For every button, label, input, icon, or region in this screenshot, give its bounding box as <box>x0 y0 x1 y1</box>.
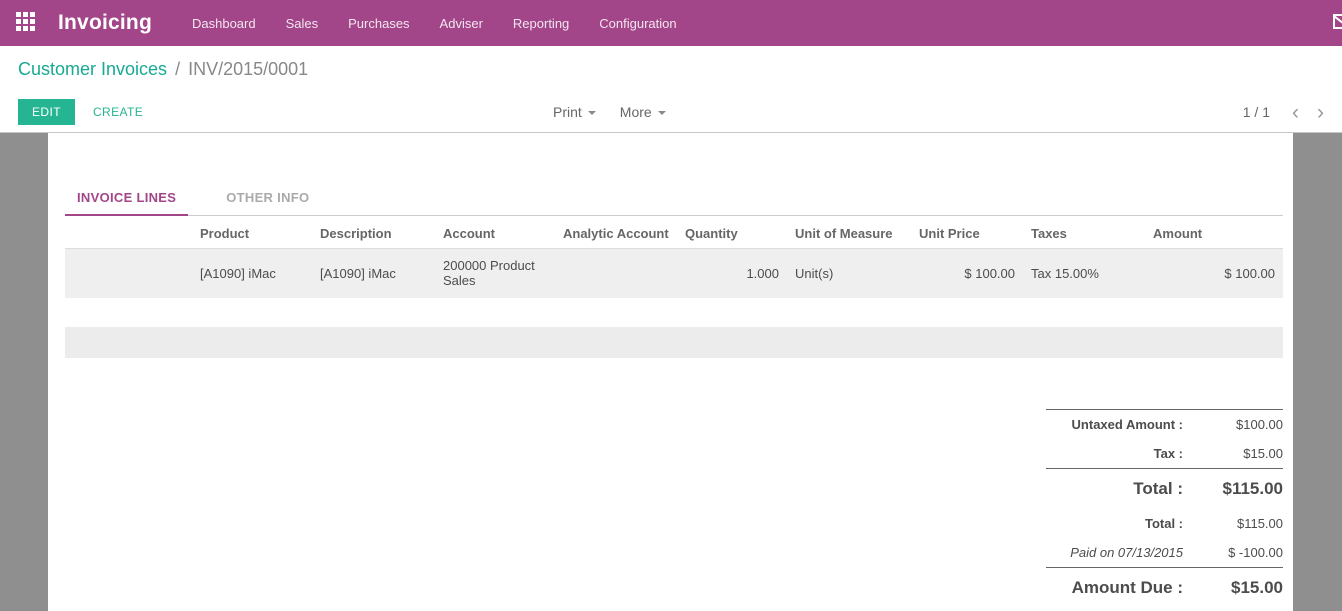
payment-label[interactable]: Paid on 07/13/2015 <box>1070 545 1183 560</box>
col-product[interactable]: Product <box>192 219 312 249</box>
cell-description[interactable]: [A1090] iMac <box>312 249 435 298</box>
tab-invoice-lines[interactable]: INVOICE LINES <box>65 184 188 216</box>
cell-taxes[interactable]: Tax 15.00% <box>1023 249 1145 298</box>
more-dropdown[interactable]: More <box>620 104 666 120</box>
cell-analytic-account[interactable] <box>555 249 677 298</box>
amount-due-value: $15.00 <box>1183 578 1283 598</box>
untaxed-amount-row: Untaxed Amount : $100.00 <box>1046 409 1283 439</box>
payment-value: $ -100.00 <box>1183 545 1283 560</box>
cell-product[interactable]: [A1090] iMac <box>192 249 312 298</box>
col-account[interactable]: Account <box>435 219 555 249</box>
cell-unit-price[interactable]: $ 100.00 <box>911 249 1023 298</box>
page-background: INVOICE LINES OTHER INFO Product Descrip… <box>0 133 1342 611</box>
action-dropdowns: Print More <box>553 104 666 120</box>
untaxed-amount-label: Untaxed Amount : <box>1072 417 1183 432</box>
breadcrumb-customer-invoices[interactable]: Customer Invoices <box>18 59 167 80</box>
col-description[interactable]: Description <box>312 219 435 249</box>
breadcrumb-current-invoice: INV/2015/0001 <box>188 59 308 80</box>
menu-sales[interactable]: Sales <box>286 16 319 31</box>
amount-due-label: Amount Due : <box>1072 578 1183 598</box>
print-dropdown-label: Print <box>553 104 582 120</box>
total-value: $115.00 <box>1183 479 1283 499</box>
col-handle <box>65 219 192 249</box>
col-quantity[interactable]: Quantity <box>677 219 787 249</box>
chevron-down-icon <box>588 111 596 115</box>
chevron-down-icon <box>658 111 666 115</box>
totals-panel: Untaxed Amount : $100.00 Tax : $15.00 To… <box>1046 409 1283 608</box>
notebook-tabs: INVOICE LINES OTHER INFO <box>65 133 1283 216</box>
tab-other-info[interactable]: OTHER INFO <box>214 184 321 215</box>
cell-handle <box>65 249 192 298</box>
cell-amount[interactable]: $ 100.00 <box>1145 249 1283 298</box>
cell-account[interactable]: 200000 Product Sales <box>435 249 555 298</box>
residual-total-label: Total : <box>1145 516 1183 531</box>
tax-value: $15.00 <box>1183 446 1283 461</box>
total-label: Total : <box>1133 479 1183 499</box>
residual-total-row: Total : $115.00 <box>1046 509 1283 538</box>
menu-reporting[interactable]: Reporting <box>513 16 569 31</box>
pager: 1 / 1 ‹ › <box>1243 102 1328 123</box>
main-menu: Dashboard Sales Purchases Adviser Report… <box>192 16 677 31</box>
table-header-row: Product Description Account Analytic Acc… <box>65 219 1283 249</box>
menu-purchases[interactable]: Purchases <box>348 16 409 31</box>
form-sheet: INVOICE LINES OTHER INFO Product Descrip… <box>48 133 1293 611</box>
col-unit-price[interactable]: Unit Price <box>911 219 1023 249</box>
cell-quantity[interactable]: 1.000 <box>677 249 787 298</box>
breadcrumb: Customer Invoices / INV/2015/0001 <box>0 46 1342 92</box>
pager-prev-icon[interactable]: ‹ <box>1288 102 1303 123</box>
empty-list-stripe <box>65 327 1283 358</box>
print-dropdown[interactable]: Print <box>553 104 596 120</box>
payment-row: Paid on 07/13/2015 $ -100.00 <box>1046 538 1283 567</box>
col-unit-of-measure[interactable]: Unit of Measure <box>787 219 911 249</box>
breadcrumb-separator: / <box>175 59 180 80</box>
top-navbar: Invoicing Dashboard Sales Purchases Advi… <box>0 0 1342 46</box>
untaxed-amount-value: $100.00 <box>1183 417 1283 432</box>
edit-button[interactable]: EDIT <box>18 99 75 125</box>
control-bar: EDIT CREATE Print More 1 / 1 ‹ › <box>0 92 1342 133</box>
amount-due-row: Amount Due : $15.00 <box>1046 567 1283 608</box>
col-taxes[interactable]: Taxes <box>1023 219 1145 249</box>
apps-grid-icon[interactable] <box>16 12 38 34</box>
more-dropdown-label: More <box>620 104 652 120</box>
create-button[interactable]: CREATE <box>93 105 143 119</box>
tax-row: Tax : $15.00 <box>1046 439 1283 468</box>
table-row[interactable]: [A1090] iMac [A1090] iMac 200000 Product… <box>65 249 1283 298</box>
menu-dashboard[interactable]: Dashboard <box>192 16 256 31</box>
app-title: Invoicing <box>58 11 152 35</box>
col-analytic-account[interactable]: Analytic Account <box>555 219 677 249</box>
residual-total-value: $115.00 <box>1183 516 1283 531</box>
total-row: Total : $115.00 <box>1046 468 1283 509</box>
invoice-lines-table: Product Description Account Analytic Acc… <box>65 219 1283 298</box>
menu-adviser[interactable]: Adviser <box>440 16 483 31</box>
tax-label: Tax : <box>1154 446 1183 461</box>
cell-unit-of-measure[interactable]: Unit(s) <box>787 249 911 298</box>
col-amount[interactable]: Amount <box>1145 219 1283 249</box>
pager-next-icon[interactable]: › <box>1313 102 1328 123</box>
menu-configuration[interactable]: Configuration <box>599 16 676 31</box>
pager-count: 1 / 1 <box>1243 104 1270 120</box>
messaging-icon[interactable] <box>1333 14 1342 29</box>
